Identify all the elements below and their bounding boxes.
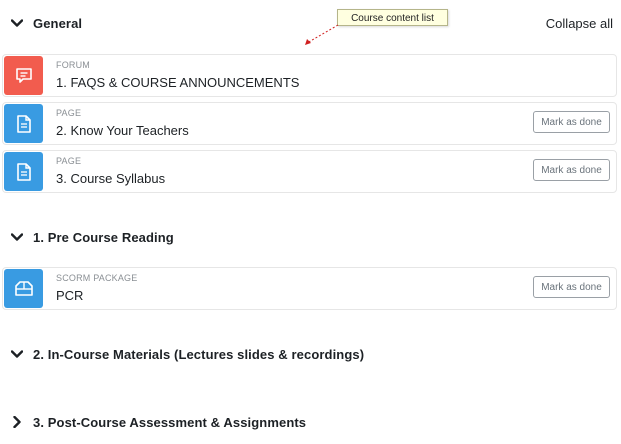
- activity-name-link[interactable]: PCR: [56, 288, 83, 303]
- tooltip-arrow-icon: [305, 24, 339, 45]
- activity-page-know-your-teachers[interactable]: PAGE 2. Know Your Teachers Mark as done: [2, 102, 617, 145]
- course-content-page: General Collapse all Course content list…: [0, 0, 621, 444]
- section-header-in-course-materials[interactable]: 2. In-Course Materials (Lectures slides …: [0, 344, 364, 364]
- mark-as-done-button[interactable]: Mark as done: [533, 111, 610, 133]
- section-title[interactable]: 1. Pre Course Reading: [33, 230, 174, 245]
- tooltip: Course content list: [337, 9, 448, 26]
- chevron-right-icon[interactable]: [9, 414, 25, 430]
- section-header-post-course-assessment[interactable]: 3. Post-Course Assessment & Assignments: [0, 412, 306, 432]
- page-icon: [4, 152, 43, 191]
- activity-name-link[interactable]: 2. Know Your Teachers: [56, 123, 189, 138]
- collapse-all-link[interactable]: Collapse all: [546, 16, 613, 31]
- activity-scorm-pcr[interactable]: SCORM PACKAGE PCR Mark as done: [2, 267, 617, 310]
- activity-type-label: FORUM: [56, 60, 90, 70]
- activity-type-label: PAGE: [56, 156, 82, 166]
- activity-forum-faqs[interactable]: FORUM 1. FAQS & COURSE ANNOUNCEMENTS: [2, 54, 617, 97]
- activity-name-link[interactable]: 3. Course Syllabus: [56, 171, 165, 186]
- activity-name-link[interactable]: 1. FAQS & COURSE ANNOUNCEMENTS: [56, 75, 299, 90]
- activity-type-label: SCORM PACKAGE: [56, 273, 138, 283]
- chevron-down-icon[interactable]: [9, 15, 25, 31]
- forum-icon: [4, 56, 43, 95]
- page-icon: [4, 104, 43, 143]
- activity-type-label: PAGE: [56, 108, 82, 118]
- mark-as-done-button[interactable]: Mark as done: [533, 159, 610, 181]
- chevron-down-icon[interactable]: [9, 229, 25, 245]
- scorm-package-icon: [4, 269, 43, 308]
- section-header-general[interactable]: General: [0, 13, 82, 33]
- chevron-down-icon[interactable]: [9, 346, 25, 362]
- activity-page-course-syllabus[interactable]: PAGE 3. Course Syllabus Mark as done: [2, 150, 617, 193]
- section-title[interactable]: 3. Post-Course Assessment & Assignments: [33, 415, 306, 430]
- section-header-pre-course-reading[interactable]: 1. Pre Course Reading: [0, 227, 174, 247]
- section-title-general[interactable]: General: [33, 16, 82, 31]
- section-title[interactable]: 2. In-Course Materials (Lectures slides …: [33, 347, 364, 362]
- mark-as-done-button[interactable]: Mark as done: [533, 276, 610, 298]
